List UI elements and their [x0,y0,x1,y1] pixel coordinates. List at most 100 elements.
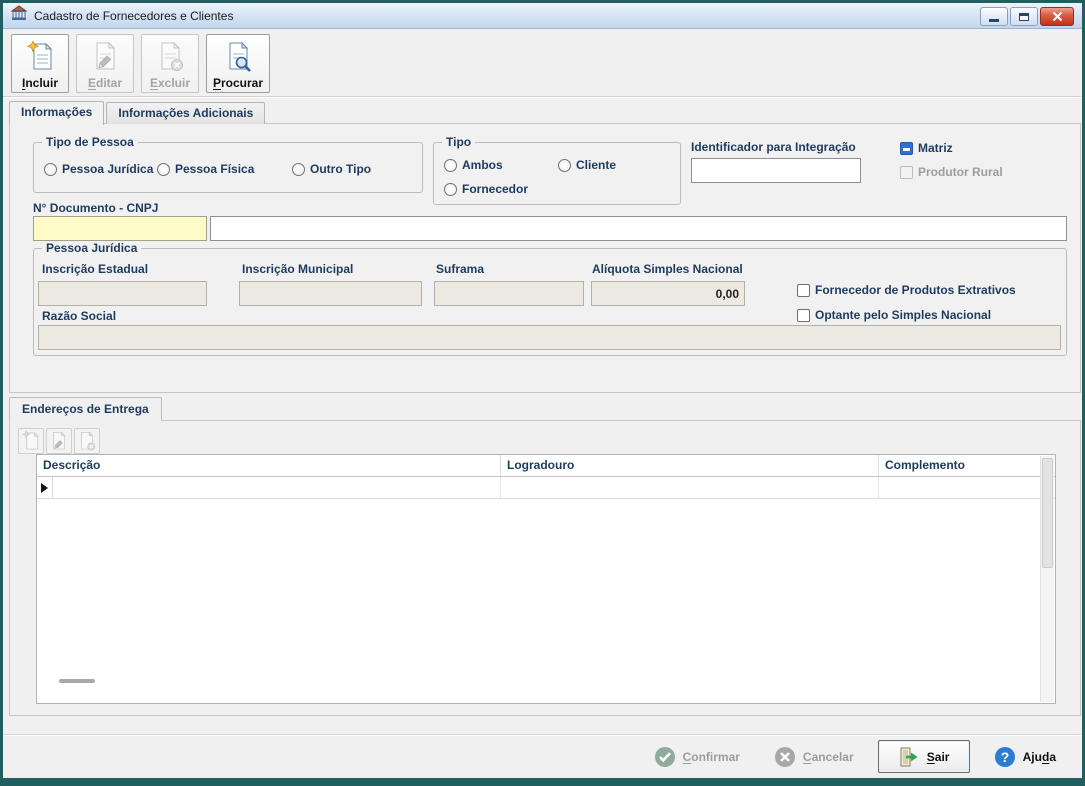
incluir-button[interactable]: Incluir [11,33,69,93]
radio-pessoa-fisica-label: Pessoa Física [175,162,255,176]
radio-fornecedor-label: Fornecedor [462,182,529,196]
tipo-pessoa-legend: Tipo de Pessoa [42,135,138,149]
radio-ambos[interactable]: Ambos [444,158,503,172]
confirmar-button: Confirmar [644,740,750,773]
inscricao-municipal-label: Inscrição Municipal [242,262,354,276]
cancelar-label: Cancelar [802,749,854,764]
documento-label: N° Documento - CNPJ [33,201,159,215]
radio-outro-tipo[interactable]: Outro Tipo [292,162,371,176]
row-delete-button [74,428,100,454]
scrollbar-thumb[interactable] [1042,458,1053,568]
editar-label: Editar [87,75,123,90]
x-circle-icon [774,746,795,767]
tipo-group: Tipo Ambos Cliente Fornecedor [433,135,681,205]
main-toolbar: Incluir Editar Excluir Procurar [3,30,1082,97]
checkbox-unchecked-icon [900,165,913,179]
aliquota-simples-label: Alíquota Simples Nacional [592,262,743,276]
suframa-input [434,281,584,306]
excluir-button: Excluir [141,33,199,93]
confirmar-label: Confirmar [682,749,740,764]
radio-pessoa-fisica[interactable]: Pessoa Física [157,162,254,176]
inscricao-municipal-input [239,281,422,306]
app-icon [10,5,28,26]
sair-label: Sair [926,749,950,764]
radio-fornecedor[interactable]: Fornecedor [444,182,528,196]
cancelar-button: Cancelar [764,740,864,773]
optante-simples-label: Optante pelo Simples Nacional [815,308,992,322]
tab-informacoes[interactable]: Informações [9,101,105,125]
radio-dot-icon [444,158,457,172]
radio-dot-icon [157,162,170,176]
radio-ambos-label: Ambos [462,158,503,172]
help-circle-icon: ? [994,746,1015,767]
fornecedor-extrativos-checkbox[interactable]: Fornecedor de Produtos Extrativos [797,283,1016,297]
close-button[interactable] [1040,7,1074,26]
enderecos-toolbar [18,428,100,454]
matriz-checkbox[interactable]: Matriz [900,141,953,155]
checkbox-checked-icon [900,141,913,155]
grid-row[interactable] [37,477,1055,499]
radio-dot-icon [444,182,457,196]
row-indicator [37,477,53,498]
sair-button[interactable]: Sair [877,740,970,773]
row-edit-button [46,428,72,454]
tipo-pessoa-group: Tipo de Pessoa Pessoa Jurídica Pessoa Fí… [33,135,423,193]
close-icon [1052,11,1062,22]
checkbox-unchecked-icon [797,283,810,297]
radio-cliente-label: Cliente [576,158,617,172]
radio-pessoa-juridica[interactable]: Pessoa Jurídica [44,162,153,176]
procurar-label: Procurar [212,75,264,90]
pessoa-juridica-group: Pessoa Jurídica Inscrição Estadual Inscr… [33,241,1067,356]
app-window: Cadastro de Fornecedores e Clientes Incl… [0,0,1085,786]
cell-descricao [53,477,501,498]
row-edit-icon [53,431,66,450]
radio-outro-tipo-label: Outro Tipo [310,162,372,176]
document-new-icon [26,39,54,75]
checkbox-unchecked-icon [797,308,810,322]
maximize-icon [1019,12,1029,21]
check-circle-icon [654,746,675,767]
produtor-rural-label: Produtor Rural [918,165,1003,179]
radio-cliente[interactable]: Cliente [558,158,616,172]
maximize-button[interactable] [1010,7,1038,26]
inscricao-estadual-input [38,281,207,306]
tab-enderecos-entrega[interactable]: Endereços de Entrega [9,397,162,421]
documento-numero-input[interactable] [33,216,207,241]
identificador-label: Identificador para Integração [691,140,856,154]
grid-header: Descrição Logradouro Complemento [37,455,1055,477]
column-header-descricao[interactable]: Descrição [37,455,501,476]
exit-door-icon [900,747,918,766]
cell-logradouro [501,477,879,498]
ajuda-label: Ajuda [1022,749,1056,764]
aliquota-simples-input [591,281,745,306]
current-row-arrow-icon [41,482,48,493]
window-title: Cadastro de Fornecedores e Clientes [34,8,234,23]
excluir-label: Excluir [149,75,191,90]
informacoes-panel: Tipo de Pessoa Pessoa Jurídica Pessoa Fí… [9,123,1081,393]
documento-nome-input[interactable] [210,216,1067,241]
row-new-button [18,428,44,454]
razao-social-label: Razão Social [42,309,117,323]
inscricao-estadual-label: Inscrição Estadual [42,262,149,276]
tipo-legend: Tipo [442,135,476,149]
footer-bar: Confirmar Cancelar Sair ? Ajuda [3,734,1082,778]
razao-social-input [38,325,1061,350]
minimize-button[interactable] [980,7,1008,26]
procurar-button[interactable]: Procurar [206,33,270,93]
identificador-input[interactable] [691,158,861,183]
grid-vertical-scrollbar[interactable] [1040,456,1054,702]
optante-simples-checkbox[interactable]: Optante pelo Simples Nacional [797,308,991,322]
cell-complemento [879,477,1055,498]
radio-dot-icon [558,158,571,172]
column-header-logradouro[interactable]: Logradouro [501,455,879,476]
produtor-rural-checkbox: Produtor Rural [900,165,1003,179]
column-header-complemento[interactable]: Complemento [879,455,1055,476]
tab-informacoes-adicionais[interactable]: Informações Adicionais [106,102,266,124]
titlebar[interactable]: Cadastro de Fornecedores e Clientes [3,3,1082,29]
fornecedor-extrativos-label: Fornecedor de Produtos Extrativos [815,283,1016,297]
grid-horizontal-scrollbar-thumb[interactable] [59,679,95,683]
radio-dot-icon [292,162,305,176]
svg-text:?: ? [1000,749,1009,765]
ajuda-button[interactable]: ? Ajuda [984,740,1066,773]
matriz-label: Matriz [918,141,953,155]
